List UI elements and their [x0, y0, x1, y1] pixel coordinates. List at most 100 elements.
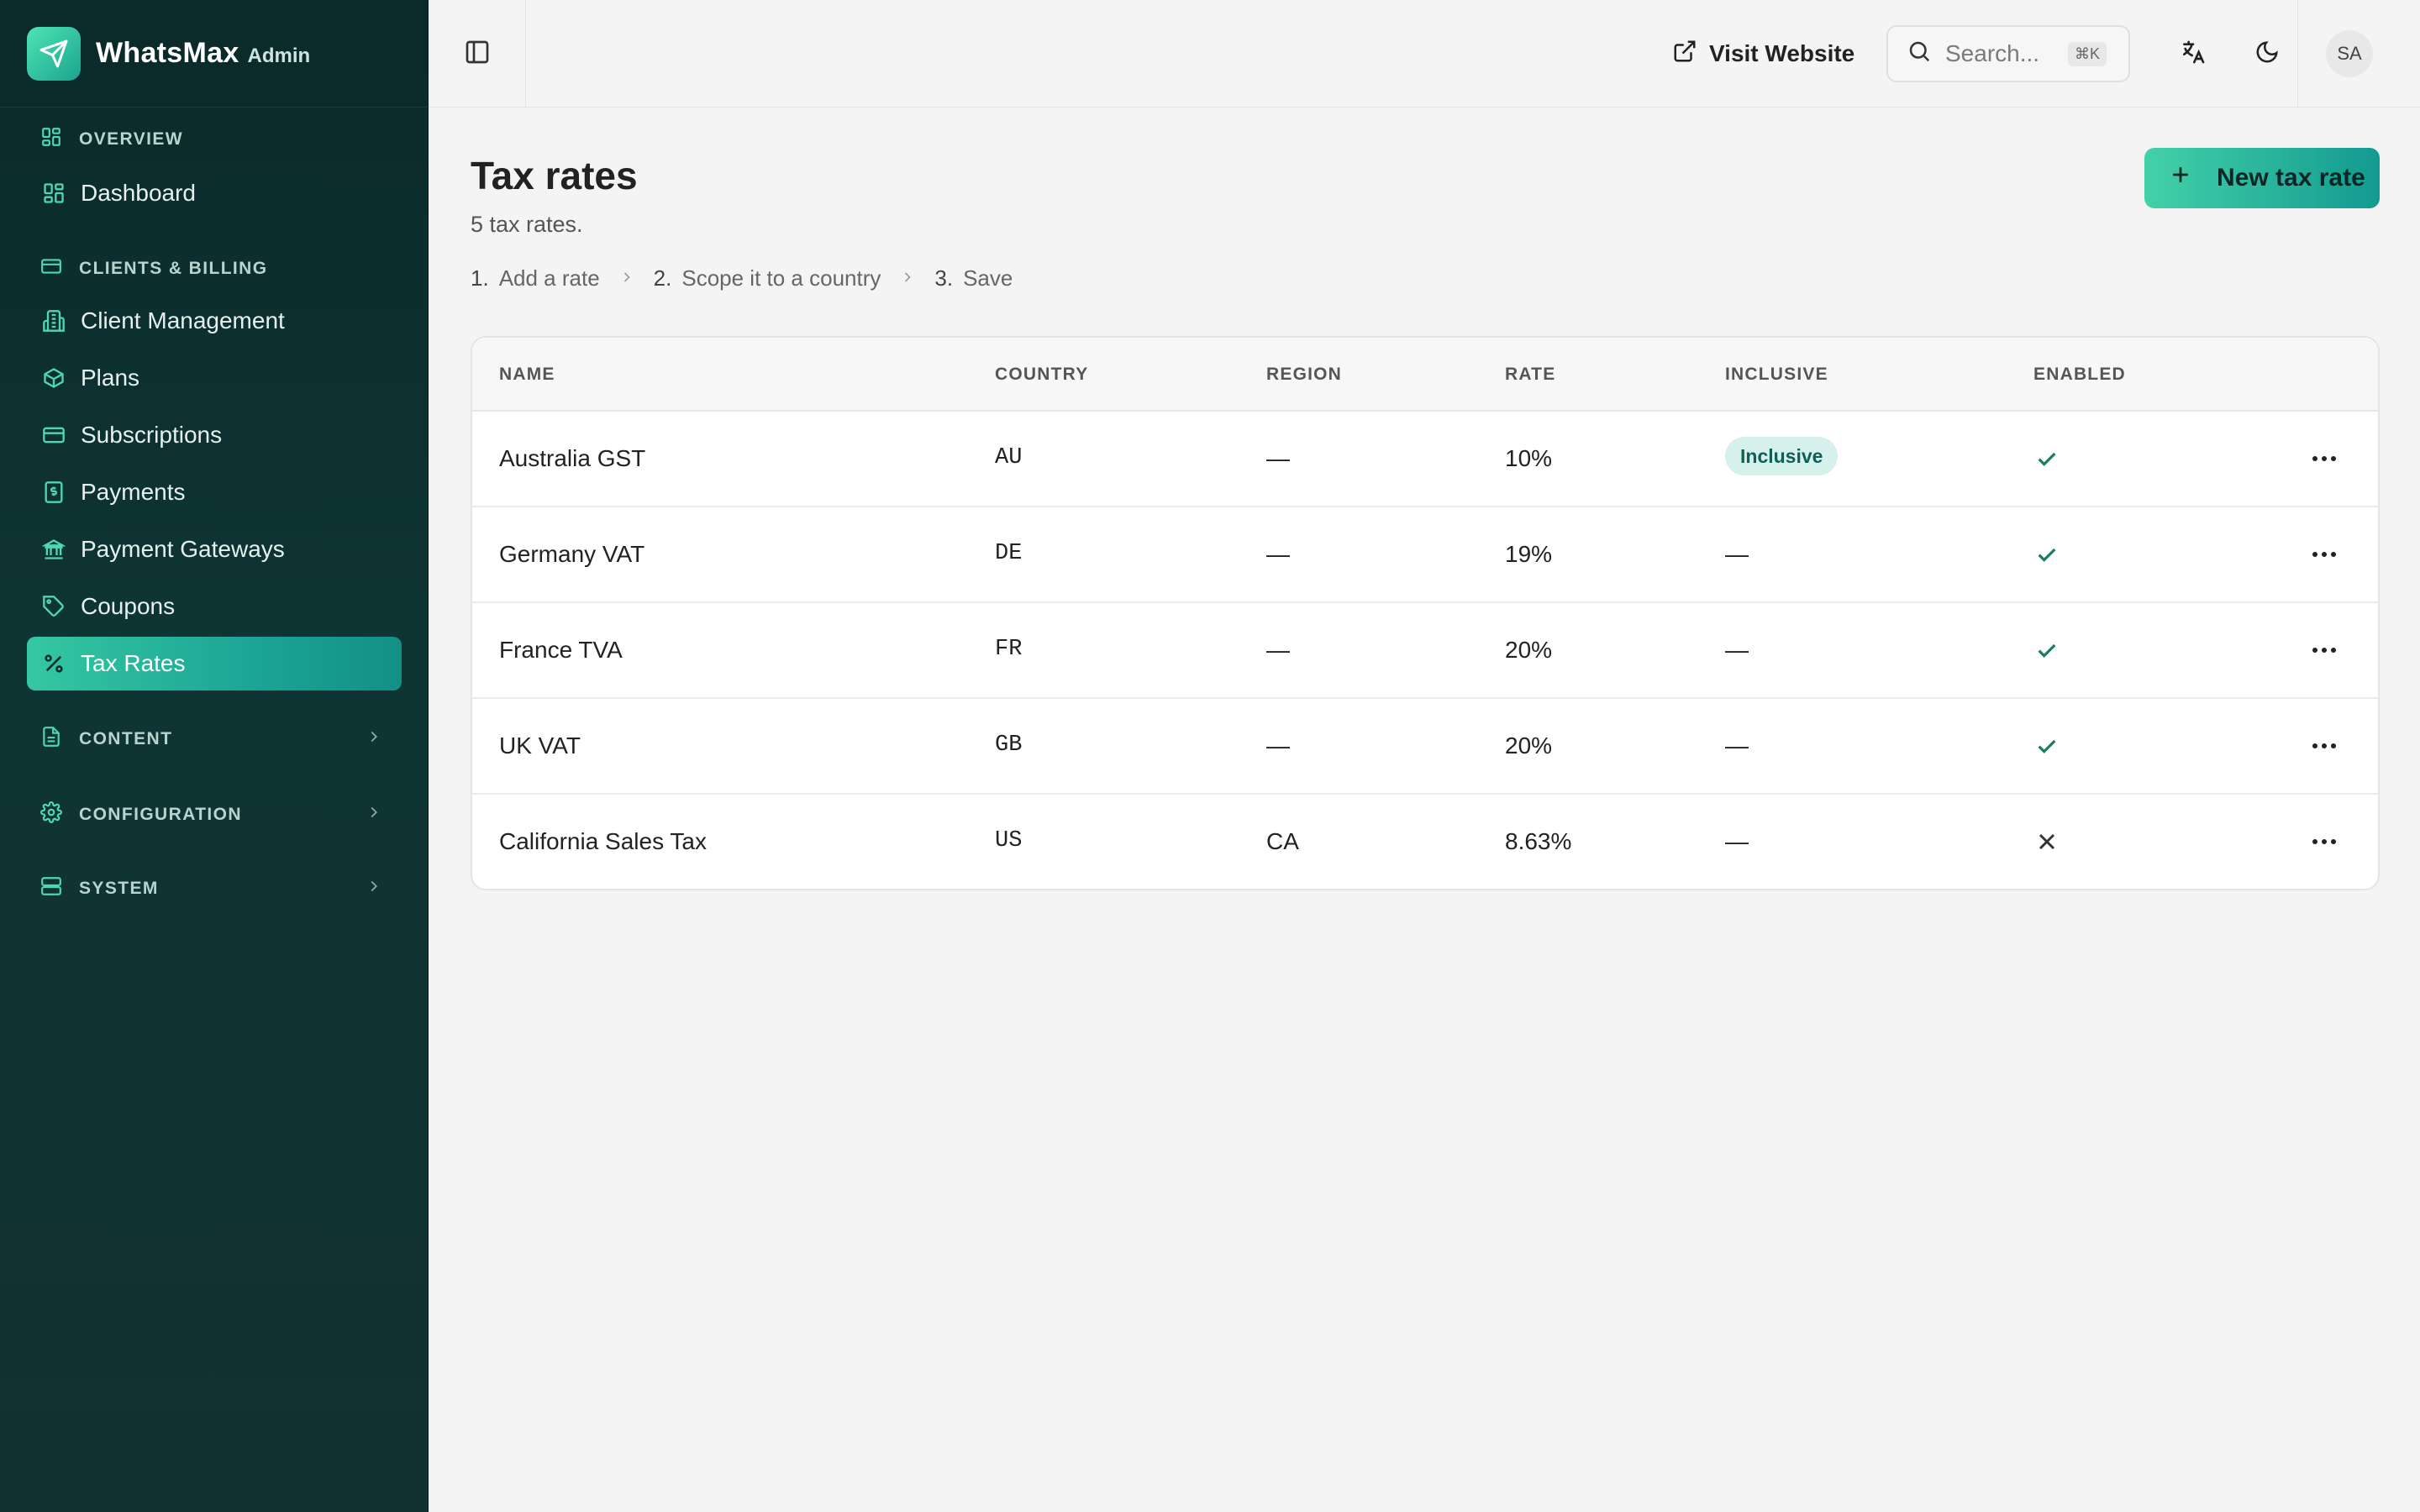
sidebar-item-label: Client Management: [81, 307, 285, 333]
plus-icon: [2168, 162, 2193, 194]
credit-card-icon: [40, 422, 67, 449]
cell-region: —: [1266, 541, 1290, 567]
section-overview-label: OVERVIEW: [79, 129, 184, 149]
sidebar-item-dashboard[interactable]: Dashboard: [27, 166, 402, 220]
cell-country: FR: [995, 637, 1023, 662]
table-row[interactable]: Australia GST AU — 10% Inclusive: [472, 412, 2378, 507]
section-content[interactable]: CONTENT: [0, 726, 429, 753]
sidebar-item-payment-gateways[interactable]: Payment Gateways: [27, 522, 402, 576]
row-actions-button[interactable]: [2307, 444, 2341, 474]
visit-website-link[interactable]: Visit Website: [1672, 34, 1854, 74]
cell-country: US: [995, 828, 1023, 853]
check-icon: [2033, 541, 2060, 568]
cell-rate: 8.63%: [1505, 828, 1572, 854]
layout-grid-icon: [40, 126, 62, 153]
table-row[interactable]: California Sales Tax US CA 8.63% —: [472, 795, 2378, 889]
cell-name: Australia GST: [499, 445, 646, 471]
cell-rate: 20%: [1505, 732, 1553, 759]
theme-toggle-button[interactable]: [2247, 34, 2287, 74]
cell-inclusive: —: [1725, 828, 1749, 854]
cell-inclusive: —: [1725, 732, 1749, 759]
sidebar-item-plans[interactable]: Plans: [27, 351, 402, 405]
step-label: Add a rate: [498, 265, 600, 291]
gear-icon: [40, 801, 62, 828]
language-button[interactable]: [2173, 34, 2213, 74]
check-icon: [2033, 732, 2060, 759]
search-icon: [1907, 39, 1932, 70]
sidebar-item-tax-rates[interactable]: Tax Rates: [27, 637, 402, 690]
dashboard-icon: [40, 180, 67, 207]
avatar[interactable]: SA: [2326, 30, 2373, 77]
column-header-inclusive: INCLUSIVE: [1725, 365, 1828, 384]
sidebar-item-subscriptions[interactable]: Subscriptions: [27, 408, 402, 462]
receipt-dollar-icon: [40, 479, 67, 506]
brand-name: WhatsMax: [96, 37, 239, 69]
sidebar-item-label: Payment Gateways: [81, 536, 285, 562]
column-header-country: COUNTRY: [995, 365, 1089, 384]
cell-region: —: [1266, 445, 1290, 471]
sidebar-item-coupons[interactable]: Coupons: [27, 580, 402, 633]
steps-breadcrumb: 1. Add a rate 2. Scope it to a country 3…: [471, 265, 1013, 291]
table-header: NAME COUNTRY REGION RATE INCLUSIVE ENABL…: [472, 338, 2378, 412]
column-header-name: NAME: [499, 365, 555, 384]
package-icon: [40, 365, 67, 391]
section-configuration-label: CONFIGURATION: [79, 805, 242, 824]
section-configuration[interactable]: CONFIGURATION: [0, 801, 429, 828]
new-tax-rate-label: New tax rate: [2217, 164, 2365, 192]
new-tax-rate-button[interactable]: New tax rate: [2144, 148, 2380, 208]
external-link-icon: [1672, 39, 1697, 70]
cell-name: France TVA: [499, 637, 623, 663]
table-row[interactable]: UK VAT GB — 20% —: [472, 699, 2378, 795]
cell-name: UK VAT: [499, 732, 581, 759]
section-system[interactable]: SYSTEM: [0, 875, 429, 902]
chevron-right-icon: [618, 265, 635, 291]
column-header-rate: RATE: [1505, 365, 1556, 384]
row-actions-button[interactable]: [2307, 827, 2341, 857]
cell-rate: 19%: [1505, 541, 1553, 567]
percent-icon: [40, 650, 67, 677]
section-clients-billing: CLIENTS & BILLING: [0, 255, 267, 282]
cell-country: AU: [995, 445, 1023, 470]
moon-icon: [2254, 39, 2280, 69]
file-text-icon: [40, 726, 62, 753]
table-row[interactable]: France TVA FR — 20% —: [472, 603, 2378, 699]
search-placeholder: Search...: [1945, 40, 2040, 66]
step-number: 2.: [653, 265, 672, 291]
row-actions-button[interactable]: [2307, 731, 2341, 761]
page-title: Tax rates: [471, 154, 638, 197]
page-subtitle: 5 tax rates.: [471, 212, 583, 237]
cell-region: —: [1266, 732, 1290, 759]
chevron-right-icon: [365, 803, 383, 827]
section-overview: OVERVIEW: [0, 126, 183, 153]
check-icon: [2033, 445, 2060, 472]
visit-website-label: Visit Website: [1709, 40, 1855, 66]
section-system-label: SYSTEM: [79, 879, 159, 898]
tax-rates-table: NAME COUNTRY REGION RATE INCLUSIVE ENABL…: [471, 336, 2380, 890]
cell-region: CA: [1266, 828, 1299, 854]
table-row[interactable]: Germany VAT DE — 19% —: [472, 507, 2378, 603]
cell-inclusive: —: [1725, 541, 1749, 567]
cell-rate: 20%: [1505, 637, 1553, 663]
chevron-right-icon: [365, 727, 383, 751]
server-icon: [40, 875, 62, 902]
brand-sub: Admin: [247, 44, 311, 67]
brand[interactable]: WhatsMax Admin: [0, 0, 428, 108]
sidebar-item-payments[interactable]: Payments: [27, 465, 402, 519]
cell-region: —: [1266, 637, 1290, 663]
step-number: 1.: [471, 265, 489, 291]
bank-icon: [40, 536, 67, 563]
step-number: 3.: [934, 265, 954, 291]
send-icon: [27, 26, 81, 81]
search-input[interactable]: Search... ⌘K: [1886, 25, 2130, 82]
row-actions-button[interactable]: [2307, 539, 2341, 570]
section-content-label: CONTENT: [79, 729, 173, 748]
row-actions-button[interactable]: [2307, 635, 2341, 665]
topbar: Visit Website Search... ⌘K SA: [429, 0, 2420, 108]
chevron-right-icon: [899, 265, 916, 291]
section-billing-label: CLIENTS & BILLING: [79, 259, 268, 278]
step-label: Scope it to a country: [681, 265, 881, 291]
cell-rate: 10%: [1505, 445, 1553, 471]
sidebar-item-client-management[interactable]: Client Management: [27, 294, 402, 348]
sidebar-toggle-button[interactable]: [429, 0, 526, 108]
x-icon: [2033, 828, 2060, 855]
